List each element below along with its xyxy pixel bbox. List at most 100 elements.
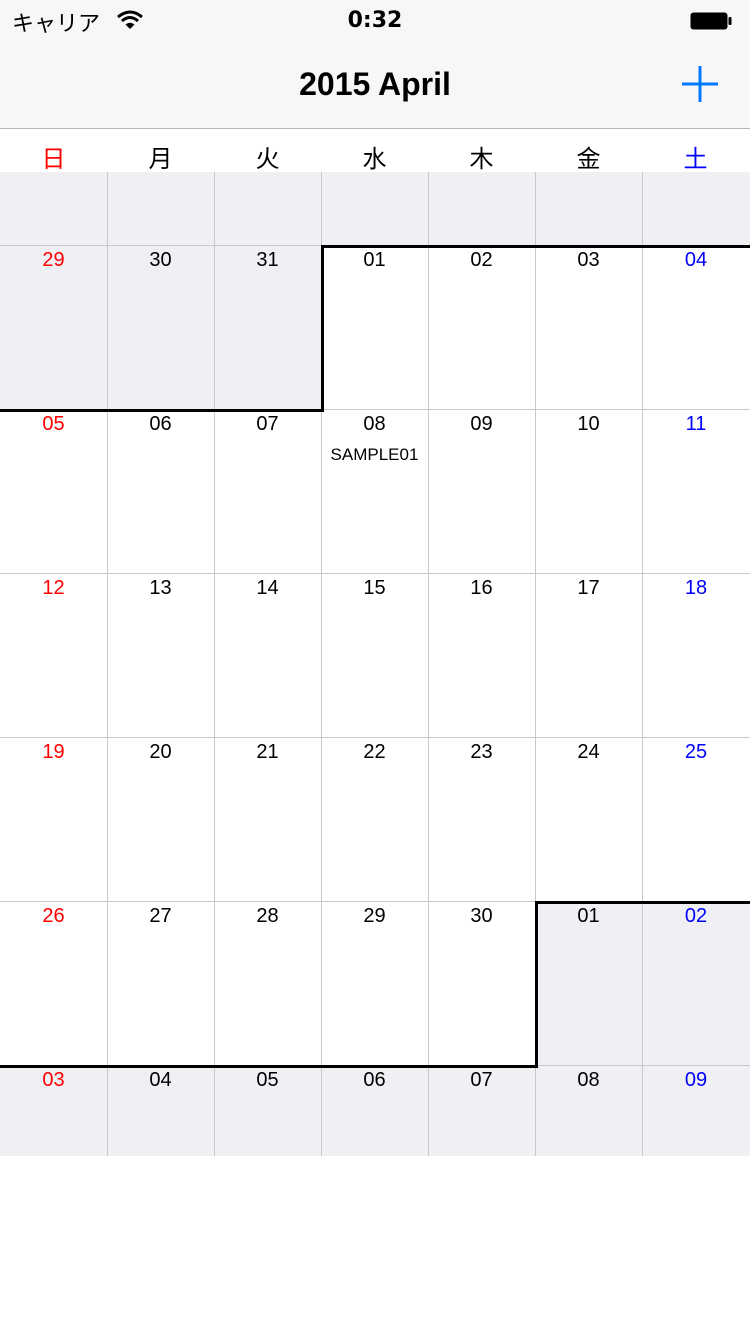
- month-outline: [321, 245, 324, 409]
- day-cell[interactable]: 22: [321, 737, 428, 901]
- month-outline: [0, 409, 324, 412]
- day-cell[interactable]: 25: [642, 737, 750, 901]
- day-cell[interactable]: 07: [214, 409, 321, 573]
- day-cell[interactable]: 12: [0, 573, 107, 737]
- day-cell[interactable]: [321, 172, 428, 245]
- month-outline: [535, 901, 750, 904]
- day-number: 06: [363, 1069, 386, 1091]
- day-cell[interactable]: [0, 172, 107, 245]
- day-cell[interactable]: [642, 172, 750, 245]
- calendar-grid: 29 30 31 01 02 03 04 05 06 07 08 SAMPLE01 09 10 11 12 13…: [0, 172, 750, 1156]
- day-number: 03: [577, 249, 600, 271]
- day-number: 30: [149, 249, 172, 271]
- day-cell[interactable]: [428, 172, 535, 245]
- day-cell[interactable]: 10: [535, 409, 642, 573]
- day-cell[interactable]: [214, 172, 321, 245]
- day-number: 29: [42, 249, 65, 271]
- day-cell[interactable]: 03: [535, 245, 642, 409]
- day-number: 31: [256, 249, 279, 271]
- day-number: 14: [256, 577, 279, 599]
- day-cell[interactable]: 07: [428, 1065, 535, 1156]
- day-cell[interactable]: 13: [107, 573, 214, 737]
- day-cell[interactable]: 30: [428, 901, 535, 1065]
- day-number: 20: [149, 741, 172, 763]
- day-number: 09: [684, 1069, 708, 1091]
- day-cell[interactable]: 29: [0, 245, 107, 409]
- day-cell[interactable]: 11: [642, 409, 750, 573]
- day-cell[interactable]: 30: [107, 245, 214, 409]
- day-number: 11: [685, 413, 707, 435]
- weekday-header: 日 月 火 水 木 金 土: [0, 129, 750, 173]
- day-number: 08: [363, 413, 386, 435]
- day-cell[interactable]: 01: [321, 245, 428, 409]
- day-number: 07: [470, 1069, 493, 1091]
- day-number: 22: [363, 741, 386, 763]
- weekday-thu: 木: [469, 145, 494, 173]
- day-cell[interactable]: 05: [214, 1065, 321, 1156]
- status-bar: キャリア 0:32: [0, 0, 750, 40]
- day-cell[interactable]: 29: [321, 901, 428, 1065]
- day-number: 01: [363, 249, 386, 271]
- day-cell[interactable]: 06: [107, 409, 214, 573]
- day-cell[interactable]: 27: [107, 901, 214, 1065]
- weekday-tue: 火: [255, 145, 280, 173]
- day-number: 26: [42, 905, 65, 927]
- day-cell[interactable]: 31: [214, 245, 321, 409]
- day-cell[interactable]: 09: [428, 409, 535, 573]
- day-number: 15: [363, 577, 386, 599]
- month-outline: [321, 245, 750, 248]
- event-label[interactable]: SAMPLE01: [321, 445, 428, 465]
- day-number: 24: [577, 741, 600, 763]
- month-outline: [0, 1065, 538, 1068]
- day-number: 03: [42, 1069, 65, 1091]
- day-cell[interactable]: 02: [428, 245, 535, 409]
- grid-divider: [428, 172, 429, 1156]
- day-cell[interactable]: 06: [321, 1065, 428, 1156]
- day-number: 18: [684, 577, 708, 599]
- day-cell[interactable]: 23: [428, 737, 535, 901]
- weekday-sat: 土: [683, 145, 708, 173]
- day-number: 19: [42, 741, 65, 763]
- day-cell[interactable]: 28: [214, 901, 321, 1065]
- grid-divider: [642, 172, 643, 1156]
- day-cell[interactable]: 04: [107, 1065, 214, 1156]
- day-cell[interactable]: 15: [321, 573, 428, 737]
- add-button[interactable]: [678, 62, 722, 106]
- day-number: 01: [577, 905, 600, 927]
- day-cell[interactable]: 17: [535, 573, 642, 737]
- weekday-fri: 金: [576, 145, 601, 173]
- day-cell[interactable]: 20: [107, 737, 214, 901]
- day-cell[interactable]: 08: [535, 1065, 642, 1156]
- month-title: 2015 April: [299, 66, 451, 102]
- day-number: 29: [363, 905, 386, 927]
- day-cell[interactable]: 01: [535, 901, 642, 1065]
- weekday-sun: 日: [41, 145, 66, 173]
- day-cell[interactable]: 21: [214, 737, 321, 901]
- day-cell[interactable]: 09: [642, 1065, 750, 1156]
- day-cell[interactable]: 05: [0, 409, 107, 573]
- day-cell[interactable]: 14: [214, 573, 321, 737]
- navigation-bar: 2015 April: [0, 40, 750, 129]
- day-cell[interactable]: 16: [428, 573, 535, 737]
- day-number: 13: [149, 577, 172, 599]
- day-cell[interactable]: 02: [642, 901, 750, 1065]
- day-cell[interactable]: 26: [0, 901, 107, 1065]
- day-number: 17: [577, 577, 600, 599]
- day-cell[interactable]: 04: [642, 245, 750, 409]
- day-cell[interactable]: 18: [642, 573, 750, 737]
- day-number: 09: [470, 413, 493, 435]
- day-number: 12: [42, 577, 65, 599]
- day-number: 04: [149, 1069, 172, 1091]
- day-number: 27: [149, 905, 172, 927]
- day-number: 04: [684, 249, 708, 271]
- weekday-wed: 水: [362, 145, 387, 173]
- battery-icon: [690, 12, 732, 30]
- day-cell[interactable]: 08 SAMPLE01: [321, 409, 428, 573]
- grid-divider: [214, 172, 215, 1156]
- day-cell[interactable]: [535, 172, 642, 245]
- day-cell[interactable]: 03: [0, 1065, 107, 1156]
- day-number: 10: [577, 413, 600, 435]
- day-cell[interactable]: [107, 172, 214, 245]
- day-cell[interactable]: 19: [0, 737, 107, 901]
- day-cell[interactable]: 24: [535, 737, 642, 901]
